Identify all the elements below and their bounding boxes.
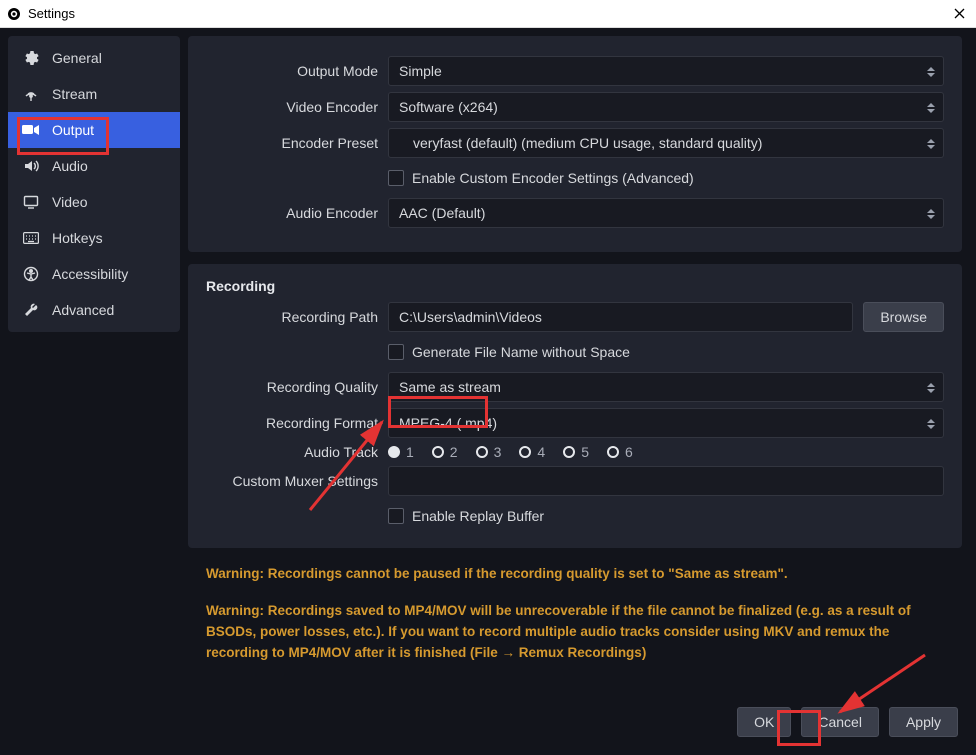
sidebar-item-label: Advanced [52,302,114,318]
streaming-panel: Output Mode Simple Video Encoder Softwar… [188,36,962,252]
window-title: Settings [28,6,75,21]
footer: OK Cancel Apply [188,699,968,747]
enable-custom-encoder-label: Enable Custom Encoder Settings (Advanced… [412,170,694,186]
recording-path-input[interactable]: C:\Users\admin\Videos [388,302,853,332]
replay-buffer-label: Enable Replay Buffer [412,508,544,524]
recording-panel: Recording Recording Path C:\Users\admin\… [188,264,962,548]
video-encoder-select[interactable]: Software (x264) [388,92,944,122]
sidebar-item-stream[interactable]: Stream [8,76,180,112]
warning-1: Warning: Recordings cannot be paused if … [206,564,944,585]
sidebar-item-label: Stream [52,86,97,102]
recording-quality-value: Same as stream [399,379,501,395]
sidebar-item-label: Hotkeys [52,230,103,246]
apply-button[interactable]: Apply [889,707,958,737]
monitor-icon [22,194,40,210]
video-encoder-label: Video Encoder [206,99,378,115]
updown-icon [923,132,939,156]
sidebar-item-accessibility[interactable]: Accessibility [8,256,180,292]
encoder-preset-select[interactable]: veryfast (default) (medium CPU usage, st… [388,128,944,158]
output-mode-value: Simple [399,63,442,79]
recording-format-label: Recording Format [206,415,378,431]
recording-format-value: MPEG-4 (.mp4) [399,415,497,431]
sidebar-item-label: Audio [52,158,88,174]
sidebar: General Stream Output Audio Video Hotkey… [0,28,188,755]
audio-track-6[interactable]: 6 [607,444,633,460]
gear-icon [22,50,40,66]
updown-icon [923,60,939,84]
speaker-icon [22,158,40,174]
recording-path-label: Recording Path [206,309,378,325]
generate-filename-label: Generate File Name without Space [412,344,630,360]
updown-icon [923,96,939,120]
warnings: Warning: Recordings cannot be paused if … [188,560,962,688]
audio-track-1[interactable]: 1 [388,444,414,460]
warning-2: Warning: Recordings saved to MP4/MOV wil… [206,601,944,664]
tools-icon [22,302,40,318]
keyboard-icon [22,232,40,244]
generate-filename-checkbox[interactable] [388,344,404,360]
updown-icon [923,376,939,400]
close-button[interactable] [950,4,968,22]
encoder-preset-value: veryfast (default) (medium CPU usage, st… [413,135,762,151]
recording-path-value: C:\Users\admin\Videos [399,309,542,325]
sidebar-item-general[interactable]: General [8,40,180,76]
muxer-settings-input[interactable] [388,466,944,496]
muxer-settings-label: Custom Muxer Settings [206,473,378,489]
video-encoder-value: Software (x264) [399,99,498,115]
audio-track-2[interactable]: 2 [432,444,458,460]
recording-title: Recording [206,278,944,294]
sidebar-item-label: Video [52,194,88,210]
audio-encoder-value: AAC (Default) [399,205,485,221]
output-mode-label: Output Mode [206,63,378,79]
browse-button[interactable]: Browse [863,302,944,332]
sidebar-item-label: General [52,50,102,66]
updown-icon [923,412,939,436]
sidebar-item-audio[interactable]: Audio [8,148,180,184]
sidebar-item-hotkeys[interactable]: Hotkeys [8,220,180,256]
audio-track-3[interactable]: 3 [476,444,502,460]
output-icon [22,123,40,137]
sidebar-item-output[interactable]: Output [8,112,180,148]
app-icon [6,6,22,22]
output-mode-select[interactable]: Simple [388,56,944,86]
titlebar: Settings [0,0,976,28]
recording-quality-label: Recording Quality [206,379,378,395]
recording-format-select[interactable]: MPEG-4 (.mp4) [388,408,944,438]
broadcast-icon [22,86,40,102]
replay-buffer-checkbox[interactable] [388,508,404,524]
sidebar-item-label: Accessibility [52,266,128,282]
audio-track-5[interactable]: 5 [563,444,589,460]
audio-encoder-select[interactable]: AAC (Default) [388,198,944,228]
content: Output Mode Simple Video Encoder Softwar… [188,28,976,755]
sidebar-item-advanced[interactable]: Advanced [8,292,180,328]
ok-button[interactable]: OK [737,707,791,737]
accessibility-icon [22,266,40,282]
audio-track-label: Audio Track [206,444,378,460]
encoder-preset-label: Encoder Preset [206,135,378,151]
audio-encoder-label: Audio Encoder [206,205,378,221]
enable-custom-encoder-checkbox[interactable] [388,170,404,186]
updown-icon [923,202,939,226]
audio-track-4[interactable]: 4 [519,444,545,460]
cancel-button[interactable]: Cancel [801,707,879,737]
audio-track-group: 1 2 3 4 5 6 [388,444,633,460]
recording-quality-select[interactable]: Same as stream [388,372,944,402]
sidebar-item-video[interactable]: Video [8,184,180,220]
sidebar-item-label: Output [52,122,94,138]
